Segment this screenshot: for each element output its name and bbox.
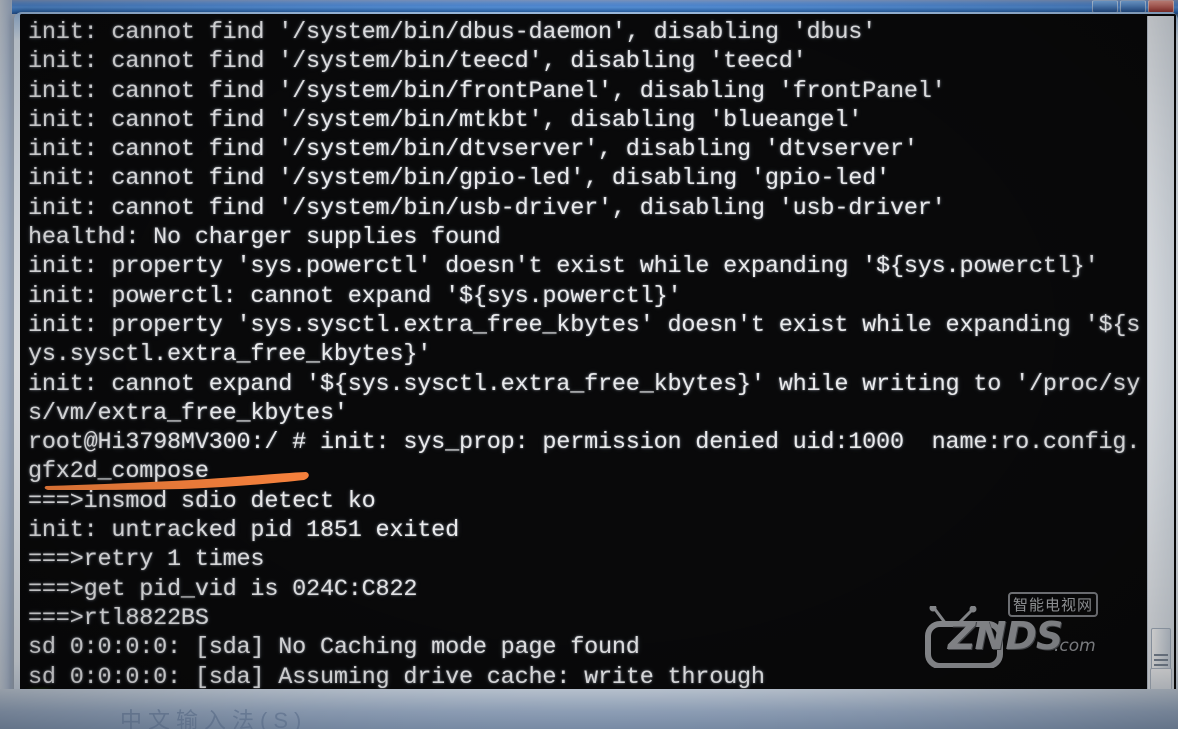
console-line: healthd: No charger supplies found [28, 224, 501, 252]
terminal-window: init: cannot find '/system/bin/dbus-daem… [14, 12, 1178, 718]
console-line: init: cannot find '/system/bin/dbus-daem… [28, 19, 877, 46]
scrollbar-grip-icon [1154, 651, 1168, 669]
console-output[interactable]: init: cannot find '/system/bin/dbus-daem… [20, 14, 1176, 708]
console-line: init: cannot find '/system/bin/mtkbt', d… [28, 106, 863, 134]
console-line: init: cannot find '/system/bin/dtvserver… [28, 136, 918, 164]
taskbar-text: 中文输入法(S) [120, 708, 308, 729]
console-line: init: cannot find '/system/bin/teecd', d… [28, 48, 807, 76]
console-line: init: property 'sys.sysctl.extra_free_kb… [28, 311, 1141, 339]
console-line: ===>rtl8822BS [28, 604, 209, 632]
window-controls[interactable] [1092, 0, 1174, 13]
console-line: init: untracked pid 1851 exited [28, 517, 459, 545]
console-line: ===>retry 1 times [28, 546, 265, 574]
console-line: ===>insmod sdio detect ko [28, 487, 376, 515]
console-line: root@Hi3798MV300:/ # init: sys_prop: per… [28, 429, 1141, 457]
screen-photo: init: cannot find '/system/bin/dbus-daem… [0, 0, 1178, 729]
titlebar-gloss [12, 0, 1178, 6]
console-line: init: cannot expand '${sys.sysctl.extra_… [28, 370, 1141, 398]
desktop-bottom-edge: 中文输入法(S) [0, 689, 1178, 729]
console-line: gfx2d_compose [28, 458, 209, 486]
console-line: ===>get pid_vid is 024C:C822 [28, 575, 418, 603]
console-line: init: cannot find '/system/bin/usb-drive… [28, 194, 946, 222]
terminal-window-inner: init: cannot find '/system/bin/dbus-daem… [20, 14, 1176, 708]
console-line: init: powerctl: cannot expand '${sys.pow… [28, 282, 682, 310]
console-line: sd 0:0:0:0: [sda] No Caching mode page f… [28, 634, 640, 662]
console-line: init: property 'sys.powerctl' doesn't ex… [28, 253, 1099, 281]
console-line: ys.sysctl.extra_free_kbytes}' [28, 341, 432, 369]
console-line: sd 0:0:0:0: [sda] Assuming drive cache: … [28, 663, 765, 691]
console-line: s/vm/extra_free_kbytes' [28, 399, 348, 427]
vertical-scrollbar[interactable] [1147, 16, 1174, 698]
console-line: init: cannot find '/system/bin/frontPane… [28, 77, 946, 105]
console-line: init: cannot find '/system/bin/gpio-led'… [28, 165, 890, 193]
